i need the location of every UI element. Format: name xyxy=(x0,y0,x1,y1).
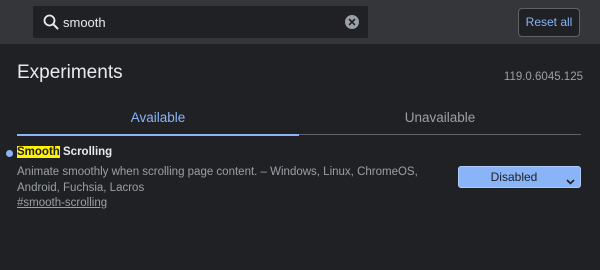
search-input[interactable] xyxy=(63,12,333,32)
flag-state-select[interactable]: Disabled xyxy=(458,166,581,188)
search-icon xyxy=(42,13,60,31)
version-label: 119.0.6045.125 xyxy=(503,71,583,83)
tab-available[interactable]: Available xyxy=(17,104,299,136)
flag-permalink[interactable]: #smooth-scrolling xyxy=(17,197,107,209)
search-highlight: Smooth xyxy=(17,146,60,158)
tab-unavailable[interactable]: Unavailable xyxy=(299,104,581,135)
chevron-down-icon xyxy=(566,173,575,185)
flag-title-rest: Scrolling xyxy=(59,146,113,158)
modified-indicator-dot xyxy=(6,150,13,157)
flag-description: Animate smoothly when scrolling page con… xyxy=(17,166,418,194)
clear-icon[interactable] xyxy=(345,15,359,29)
page-title: Experiments xyxy=(17,62,123,83)
top-bar: Reset all xyxy=(0,0,600,44)
reset-all-button[interactable]: Reset all xyxy=(518,8,580,37)
select-value: Disabled xyxy=(490,170,538,184)
search-box[interactable] xyxy=(33,6,368,38)
flag-title: Smooth Scrolling xyxy=(17,146,112,158)
